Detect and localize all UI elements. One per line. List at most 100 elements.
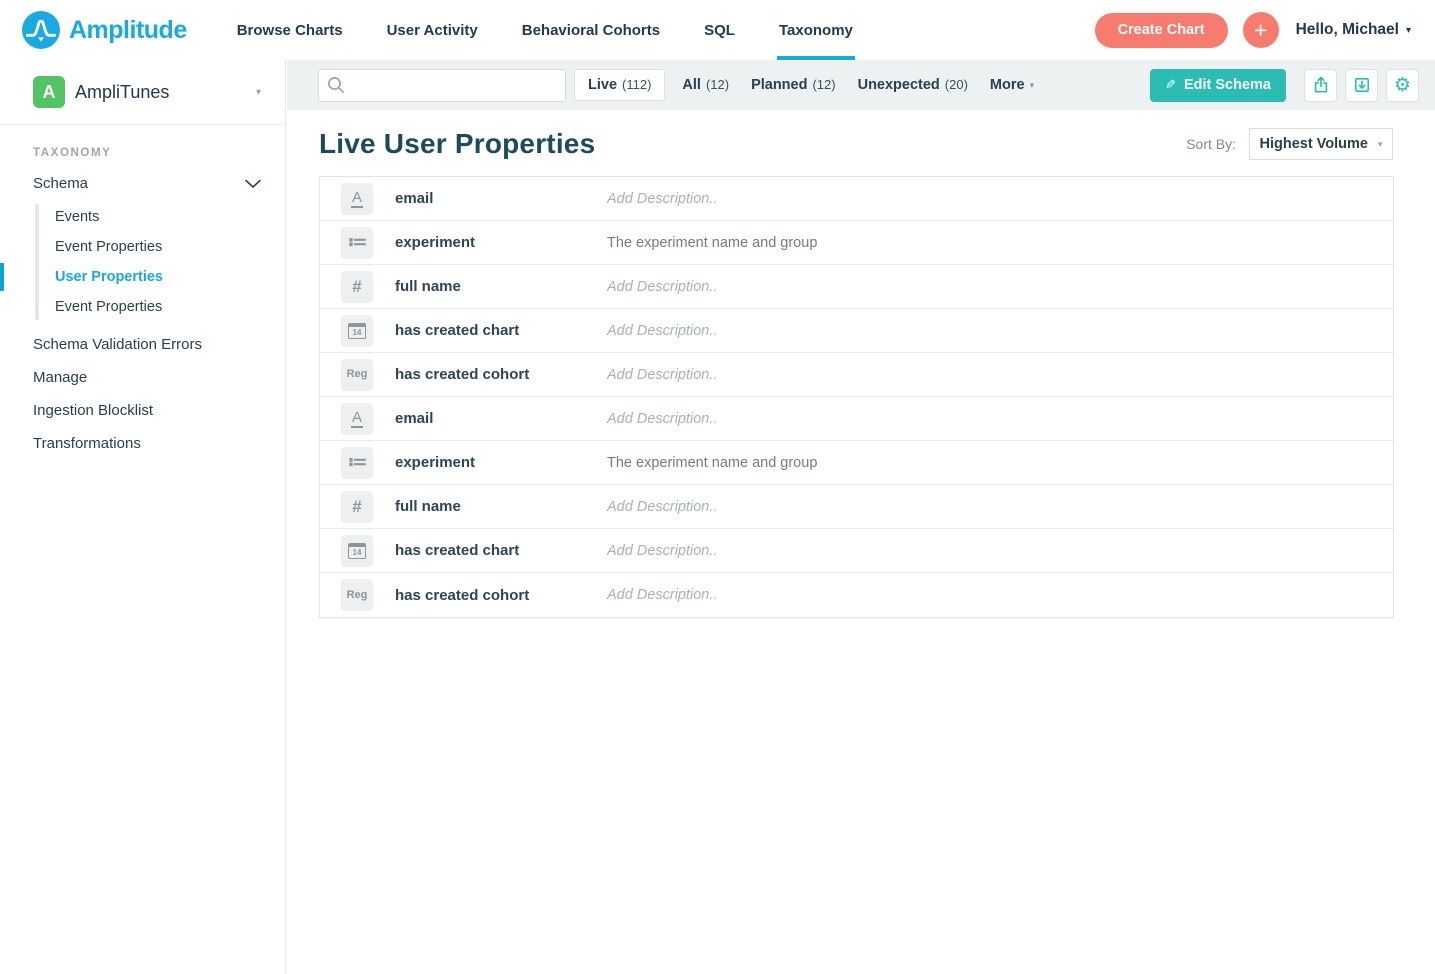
chevron-down-icon — [245, 179, 261, 189]
nav-sql[interactable]: SQL — [704, 0, 735, 60]
property-description[interactable]: Add Description.. — [607, 279, 717, 295]
tab-all[interactable]: All (12) — [671, 70, 740, 100]
tab-count: (12) — [812, 77, 835, 92]
tab-live[interactable]: Live (112) — [574, 69, 665, 101]
string-type-icon: A — [341, 403, 373, 435]
user-menu[interactable]: Hello, Michael ▾ — [1296, 21, 1411, 39]
main-content: Live (112) All (12) Planned (12) Unexpec… — [287, 60, 1435, 974]
chevron-down-icon: ▾ — [256, 87, 261, 98]
create-chart-button[interactable]: Create Chart — [1095, 13, 1228, 48]
nav-browse-charts[interactable]: Browse Charts — [237, 0, 343, 60]
table-row[interactable]: # full nameAdd Description.. — [320, 485, 1393, 529]
property-description[interactable]: Add Description.. — [607, 323, 717, 339]
sidebar-item-schema-validation-errors[interactable]: Schema Validation Errors — [0, 328, 285, 361]
table-row[interactable]: ≔ experimentThe experiment name and group — [320, 221, 1393, 265]
title-row: Live User Properties Sort By: Highest Vo… — [287, 128, 1435, 160]
sort-value: Highest Volume — [1259, 136, 1368, 152]
sort-by-label: Sort By: — [1186, 136, 1236, 152]
status-tabs: Live (112) All (12) Planned (12) Unexpec… — [574, 69, 1045, 101]
tab-planned[interactable]: Planned (12) — [740, 70, 847, 100]
amplitude-logo-icon — [22, 11, 60, 49]
property-description[interactable]: Add Description.. — [607, 499, 717, 515]
sort-dropdown[interactable]: Highest Volume ▾ — [1249, 128, 1393, 160]
table-row[interactable]: 14has created chartAdd Description.. — [320, 529, 1393, 573]
list-type-icon: ≔ — [341, 227, 373, 259]
page-title: Live User Properties — [319, 128, 1186, 160]
table-row[interactable]: Reghas created cohortAdd Description.. — [320, 573, 1393, 617]
user-greeting: Hello, Michael — [1296, 21, 1399, 39]
property-description[interactable]: The experiment name and group — [607, 455, 817, 471]
sidebar-item-manage[interactable]: Manage — [0, 361, 285, 394]
sidebar: A AmpliTunes ▾ TAXONOMY Schema Events Ev… — [0, 60, 286, 974]
sidebar-item-schema[interactable]: Schema — [0, 167, 285, 200]
property-name: experiment — [395, 454, 607, 471]
brand-name: Amplitude — [69, 16, 187, 45]
sidebar-item-label: Schema — [33, 175, 245, 192]
download-button[interactable] — [1345, 69, 1378, 102]
primary-nav: Browse Charts User Activity Behavioral C… — [237, 0, 897, 60]
workspace-switcher[interactable]: A AmpliTunes ▾ — [0, 60, 285, 125]
property-description[interactable]: Add Description.. — [607, 587, 717, 603]
share-export-icon — [1311, 75, 1331, 95]
property-description[interactable]: Add Description.. — [607, 411, 717, 427]
number-type-icon: # — [341, 491, 373, 523]
sidebar-section-label: TAXONOMY — [33, 147, 285, 159]
tab-count: (112) — [622, 77, 651, 92]
plus-button[interactable]: + — [1243, 12, 1279, 48]
property-name: email — [395, 190, 607, 207]
properties-table: AemailAdd Description..≔experimentThe ex… — [319, 176, 1394, 618]
table-row[interactable]: ≔ experimentThe experiment name and group — [320, 441, 1393, 485]
pencil-icon: ✎ — [1165, 77, 1176, 93]
tab-label: All — [682, 77, 701, 93]
nav-user-activity[interactable]: User Activity — [387, 0, 478, 60]
property-name: full name — [395, 498, 607, 515]
number-type-icon: # — [341, 271, 373, 303]
nav-taxonomy[interactable]: Taxonomy — [779, 0, 853, 60]
table-row[interactable]: AemailAdd Description.. — [320, 177, 1393, 221]
tab-label: Unexpected — [858, 77, 940, 93]
sidebar-item-user-properties[interactable]: User Properties — [0, 262, 285, 292]
sidebar-item-ingestion-blocklist[interactable]: Ingestion Blocklist — [0, 394, 285, 427]
nav-behavioral-cohorts[interactable]: Behavioral Cohorts — [522, 0, 660, 60]
sidebar-item-events[interactable]: Events — [0, 202, 285, 232]
chevron-down-icon: ▾ — [1406, 25, 1411, 36]
tab-count: (20) — [945, 77, 968, 92]
property-name: has created chart — [395, 322, 607, 339]
edit-schema-button[interactable]: ✎ Edit Schema — [1150, 69, 1286, 102]
tab-more[interactable]: More ▾ — [979, 70, 1045, 100]
date-type-icon: 14 — [341, 535, 373, 567]
tab-label: Live — [588, 77, 617, 93]
property-name: experiment — [395, 234, 607, 251]
property-description[interactable]: Add Description.. — [607, 191, 717, 207]
gear-icon: ⚙ — [1394, 76, 1411, 95]
workspace-name: AmpliTunes — [75, 82, 256, 103]
settings-button[interactable]: ⚙ — [1386, 69, 1419, 102]
table-row[interactable]: AemailAdd Description.. — [320, 397, 1393, 441]
list-type-icon: ≔ — [341, 447, 373, 479]
table-row[interactable]: Reghas created cohortAdd Description.. — [320, 353, 1393, 397]
tab-count: (12) — [706, 77, 729, 92]
export-button[interactable] — [1304, 69, 1337, 102]
property-name: full name — [395, 278, 607, 295]
taxonomy-toolbar: Live (112) All (12) Planned (12) Unexpec… — [287, 60, 1435, 110]
property-description[interactable]: The experiment name and group — [607, 235, 817, 251]
string-type-icon: A — [341, 183, 373, 215]
sidebar-item-event-properties[interactable]: Event Properties — [0, 232, 285, 262]
chevron-down-icon: ▾ — [1030, 80, 1035, 91]
amplitude-logo[interactable]: Amplitude — [22, 11, 187, 49]
tab-unexpected[interactable]: Unexpected (20) — [847, 70, 979, 100]
edit-schema-label: Edit Schema — [1184, 77, 1271, 93]
chevron-down-icon: ▾ — [1378, 139, 1383, 150]
schema-sub-list: Events Event Properties User Properties … — [0, 200, 285, 328]
tab-label: More — [990, 77, 1025, 93]
table-row[interactable]: # full nameAdd Description.. — [320, 265, 1393, 309]
property-name: has created cohort — [395, 366, 607, 383]
property-name: email — [395, 410, 607, 427]
table-row[interactable]: 14has created chartAdd Description.. — [320, 309, 1393, 353]
property-description[interactable]: Add Description.. — [607, 367, 717, 383]
sidebar-item-event-properties-2[interactable]: Event Properties — [0, 292, 285, 322]
search-input[interactable] — [318, 69, 566, 102]
property-description[interactable]: Add Description.. — [607, 543, 717, 559]
property-name: has created cohort — [395, 587, 607, 604]
sidebar-item-transformations[interactable]: Transformations — [0, 427, 285, 460]
